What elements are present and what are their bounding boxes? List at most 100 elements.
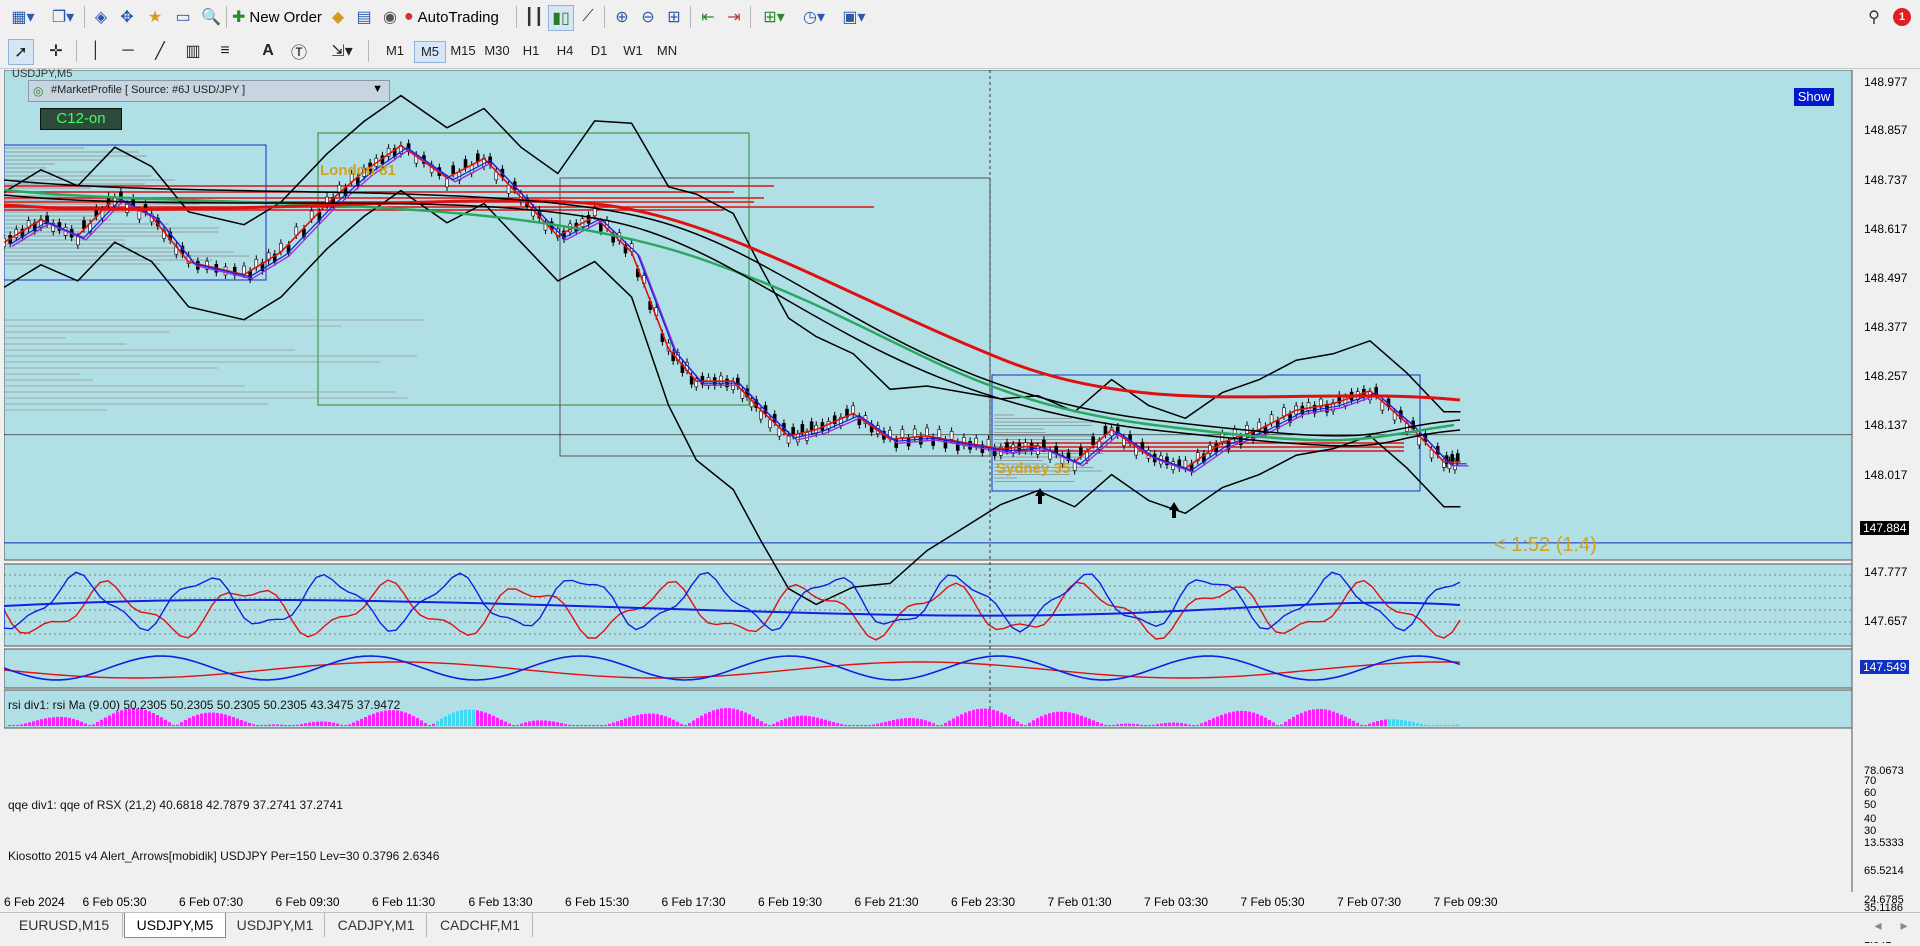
kiosotto-bar — [868, 725, 871, 726]
kiosotto-bar — [36, 720, 39, 726]
tab-cadjpy-m1[interactable]: CADJPY,M1 — [326, 913, 427, 937]
timeframe-m1-button[interactable]: M1 — [380, 41, 410, 61]
kiosotto-bar — [1164, 722, 1167, 726]
chart-canvas[interactable] — [4, 70, 1920, 912]
main-toolbar: ▦▾ ❐▾ ◈ ✥ ★ ▭ 🔍 ✚ New Order ◆ ▤ ◉ ● AutoTr… — [0, 0, 1920, 35]
text-icon[interactable]: A — [258, 39, 278, 63]
zoom-in-icon[interactable]: ⊕ — [610, 5, 634, 29]
kiosotto-bar — [1028, 722, 1031, 726]
zoom-out-icon[interactable]: ⊖ — [636, 5, 660, 29]
tab-usdjpy-m1[interactable]: USDJPY,M1 — [226, 913, 325, 937]
strategy-tester-icon[interactable]: 🔍 — [200, 5, 222, 29]
kiosotto-bar — [836, 723, 839, 726]
market-icon[interactable]: ◉ — [378, 5, 402, 29]
kiosotto-bar — [1160, 723, 1163, 726]
kiosotto-bar — [1088, 718, 1091, 726]
navigator-icon[interactable]: ★ — [144, 5, 166, 29]
tile-windows-icon[interactable]: ⊞ — [662, 5, 686, 29]
timeframe-mn-button[interactable]: MN — [652, 41, 682, 61]
tab-usdjpy-m5[interactable]: USDJPY,M5 — [124, 913, 226, 938]
timeframe-d1-button[interactable]: D1 — [584, 41, 614, 61]
kiosotto-bar — [436, 721, 439, 726]
kiosotto-bar — [784, 718, 787, 726]
kiosotto-bar — [1208, 719, 1211, 726]
tab-scroll-left-icon[interactable]: ◂ — [1866, 913, 1890, 937]
text-label-icon[interactable]: Ⓣ — [288, 39, 310, 63]
kiosotto-bar — [280, 724, 283, 726]
kiosotto-bar — [268, 724, 271, 726]
notifications-icon[interactable]: 1 — [1890, 5, 1914, 29]
kiosotto-bar — [1108, 725, 1111, 726]
kiosotto-bar — [976, 709, 979, 726]
arrows-icon[interactable]: ⇲▾ — [324, 39, 360, 63]
timeframe-h4-button[interactable]: H4 — [550, 41, 580, 61]
auto-scroll-icon[interactable]: ⇤ — [696, 5, 720, 29]
tab-scroll-right-icon[interactable]: ▸ — [1892, 913, 1916, 937]
timeframe-w1-button[interactable]: W1 — [618, 41, 648, 61]
autotrading-button[interactable]: ● AutoTrading — [404, 5, 512, 29]
kiosotto-bar — [1136, 724, 1139, 726]
data-window-icon[interactable]: ✥ — [116, 5, 138, 29]
time-axis-tick: 6 Feb 19:30 — [758, 895, 823, 909]
kiosotto-bar — [1428, 725, 1431, 726]
search-icon[interactable]: ⚲ — [1862, 5, 1886, 29]
profiles-icon[interactable]: ❐▾ — [46, 5, 80, 29]
market-watch-icon[interactable]: ◈ — [90, 5, 112, 29]
timeframe-m15-button[interactable]: M15 — [448, 41, 478, 61]
periods-icon[interactable]: ◷▾ — [796, 5, 832, 29]
chart-window[interactable]: USDJPY,M5 ◎ #MarketProfile [ Source: #6J… — [4, 68, 1920, 946]
kiosotto-bar — [760, 721, 763, 726]
kiosotto-bar — [968, 711, 971, 726]
new-order-button[interactable]: ✚ New Order — [232, 5, 322, 29]
kiosotto-bar — [940, 724, 943, 726]
kiosotto-bar — [152, 713, 155, 726]
kiosotto-bar — [660, 715, 663, 726]
fibonacci-icon[interactable]: ≡ — [214, 39, 236, 63]
indicators-icon[interactable]: ⊞▾ — [756, 5, 792, 29]
candle-body — [76, 236, 80, 246]
equidistant-channel-icon[interactable]: ▥ — [182, 39, 204, 63]
kiosotto-bar — [920, 719, 923, 726]
candle-body — [1455, 453, 1460, 462]
new-chart-icon[interactable]: ▦▾ — [6, 5, 40, 29]
c12-toggle-button[interactable]: C12-on — [40, 108, 122, 130]
bar-chart-icon[interactable]: ┃┃ — [522, 5, 546, 29]
kiosotto-bar — [180, 722, 183, 726]
kiosotto-bar — [464, 709, 467, 726]
terminal-icon[interactable]: ▭ — [172, 5, 194, 29]
tab-cadchf-m1[interactable]: CADCHF,M1 — [428, 913, 533, 937]
rsi-axis-tick: 30 — [1864, 825, 1877, 837]
kiosotto-bar — [244, 721, 247, 726]
templates-icon[interactable]: ▣▾ — [836, 5, 872, 29]
sydney-session-label: Sydney 35 — [996, 460, 1071, 477]
chart-shift-icon[interactable]: ⇥ — [722, 5, 746, 29]
metaeditor-icon[interactable]: ◆ — [326, 5, 350, 29]
kiosotto-bar — [700, 715, 703, 726]
kiosotto-bar — [1124, 723, 1127, 726]
tab-eurusd-m15[interactable]: EURUSD,M15 — [6, 913, 123, 937]
signals-icon[interactable]: ▤ — [352, 5, 376, 29]
kiosotto-bar — [796, 715, 799, 726]
kiosotto-bar — [644, 713, 647, 726]
timeframe-m30-button[interactable]: M30 — [482, 41, 512, 61]
show-button[interactable]: Show — [1794, 88, 1834, 106]
crosshair-icon[interactable]: ✛ — [44, 39, 68, 63]
kiosotto-bar — [876, 723, 879, 726]
kiosotto-bar — [600, 725, 603, 726]
kiosotto-bar — [872, 724, 875, 726]
line-chart-icon[interactable]: ⟋ — [576, 5, 600, 29]
horizontal-line-icon[interactable]: ─ — [118, 39, 138, 63]
trendline-icon[interactable]: ╱ — [150, 39, 170, 63]
timeframe-h1-button[interactable]: H1 — [516, 41, 546, 61]
timeframe-m5-button[interactable]: M5 — [414, 41, 446, 63]
kiosotto-bar — [296, 724, 299, 726]
kiosotto-bar — [1152, 724, 1155, 726]
market-profile-dropdown[interactable]: ◎ #MarketProfile [ Source: #6J USD/JPY ]… — [28, 80, 390, 102]
cursor-icon[interactable]: ➚ — [8, 39, 34, 65]
candlestick-icon[interactable]: ▮▯ — [548, 5, 574, 31]
time-axis-tick: 6 Feb 21:30 — [854, 895, 919, 909]
kiosotto-bar — [1324, 709, 1327, 726]
kiosotto-bar — [1064, 711, 1067, 726]
kiosotto-bar — [896, 719, 899, 726]
vertical-line-icon[interactable]: │ — [86, 39, 106, 63]
